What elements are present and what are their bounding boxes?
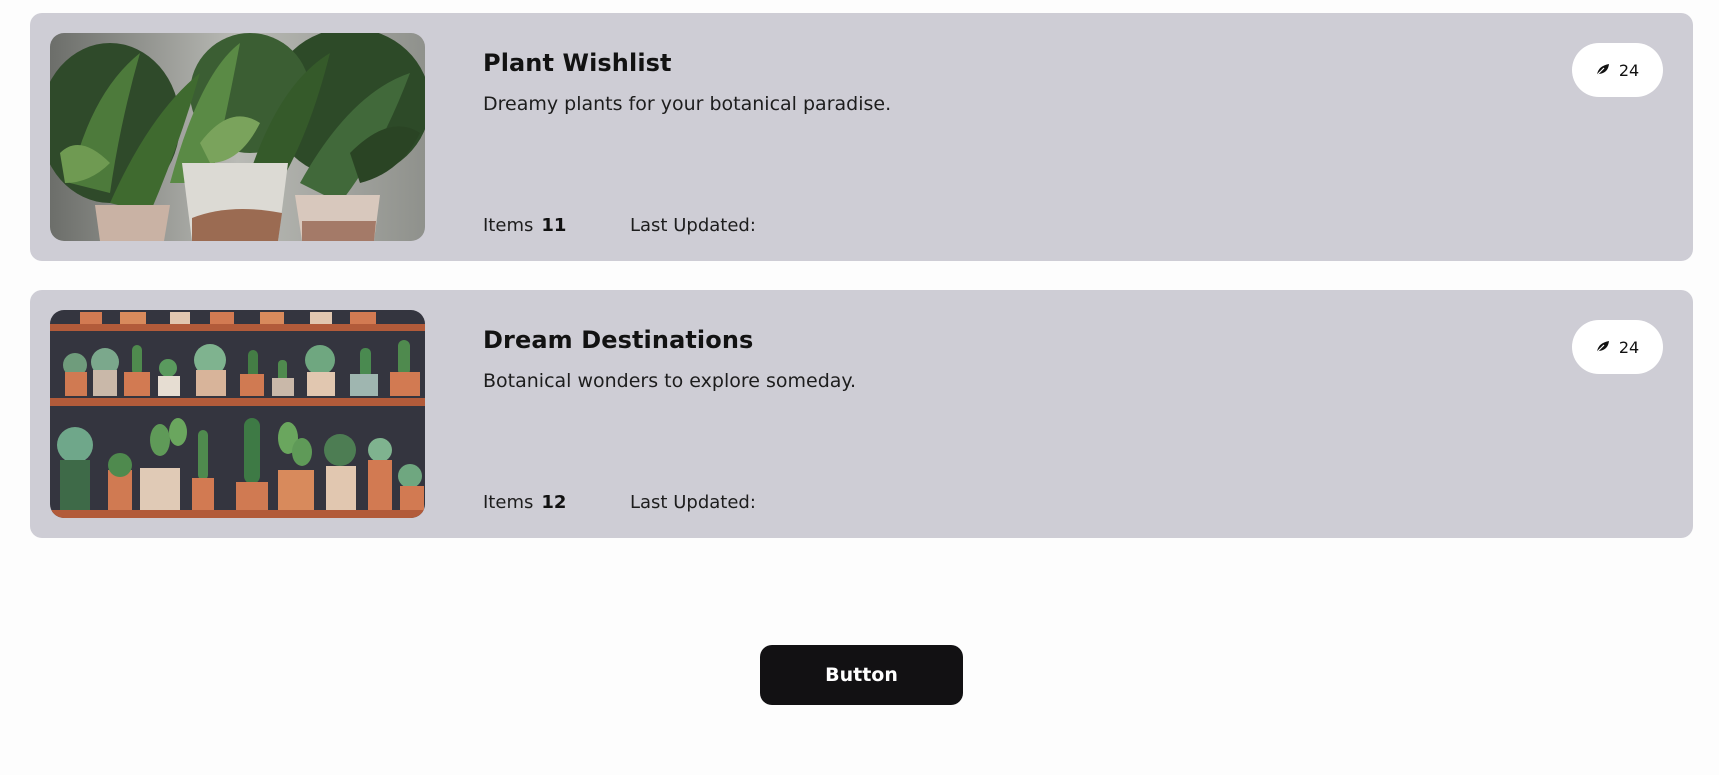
primary-button[interactable]: Button <box>760 645 963 705</box>
likes-badge[interactable]: 24 <box>1572 320 1663 374</box>
likes-count: 24 <box>1618 60 1640 80</box>
wishlist-description: Dreamy plants for your botanical paradis… <box>483 93 892 115</box>
items-label: Items <box>483 492 534 513</box>
wishlist-meta: Items 12 Last Updated: <box>483 492 756 513</box>
likes-count: 24 <box>1618 337 1640 357</box>
wishlist-meta: Items 11 Last Updated: <box>483 215 756 236</box>
wishlist-page: Plant Wishlist Dreamy plants for your bo… <box>0 0 1719 775</box>
wishlist-title: Plant Wishlist <box>483 49 672 77</box>
wishlist-title: Dream Destinations <box>483 326 754 354</box>
cactus-shelves-image <box>50 310 425 518</box>
potted-plants-image <box>50 33 425 241</box>
last-updated-label: Last Updated: <box>630 492 756 513</box>
wishlist-card-plant-wishlist[interactable]: Plant Wishlist Dreamy plants for your bo… <box>30 13 1693 261</box>
items-label: Items <box>483 215 534 236</box>
wishlist-description: Botanical wonders to explore someday. <box>483 370 856 392</box>
items-count: 11 <box>541 215 567 236</box>
leaf-icon <box>1596 338 1611 357</box>
items-count: 12 <box>541 492 567 513</box>
wishlist-card-dream-destinations[interactable]: Dream Destinations Botanical wonders to … <box>30 290 1693 538</box>
likes-badge[interactable]: 24 <box>1572 43 1663 97</box>
leaf-icon <box>1596 61 1611 80</box>
last-updated-label: Last Updated: <box>630 215 756 236</box>
